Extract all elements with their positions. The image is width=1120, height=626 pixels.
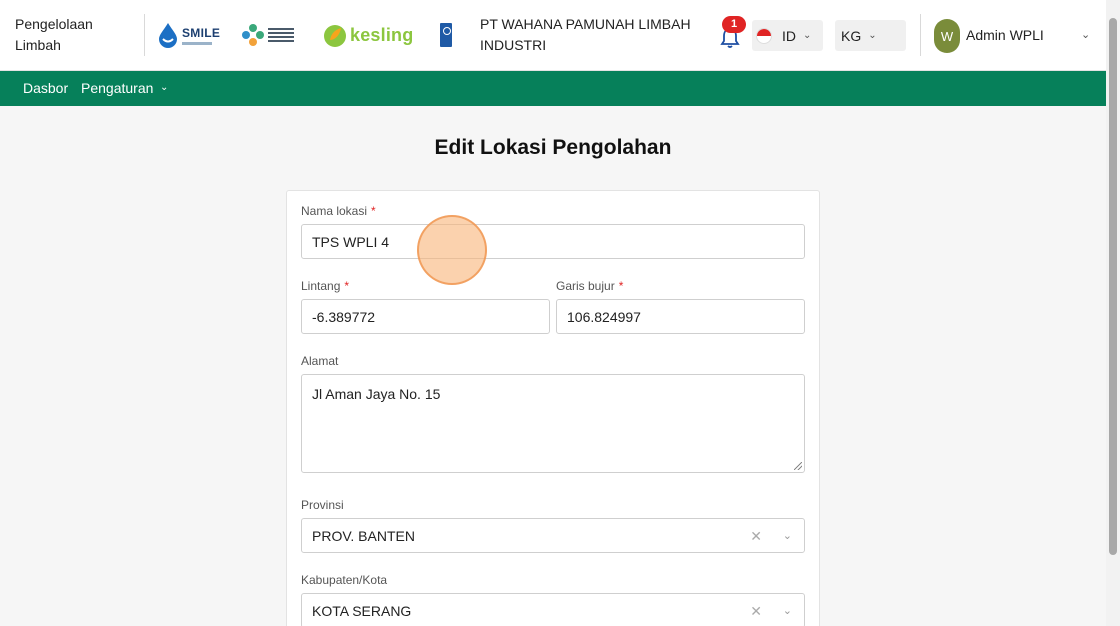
kabupaten-value: KOTA SERANG <box>312 602 412 619</box>
close-icon[interactable]: ✕ <box>750 603 762 620</box>
garis-bujur-value: 106.824997 <box>567 308 641 325</box>
nav-pengaturan[interactable]: Pengaturan <box>81 80 153 96</box>
garis-bujur-label-text: Garis bujur <box>556 279 615 293</box>
main-nav: Dasbor Pengaturan ⌄ <box>0 71 1106 106</box>
nama-lokasi-value: TPS WPLI 4 <box>312 233 390 250</box>
nama-lokasi-label: Nama lokasi * <box>301 204 376 218</box>
chevron-down-icon[interactable]: ⌄ <box>783 529 792 542</box>
language-selector[interactable]: ID ⌄ <box>752 20 823 51</box>
resize-handle[interactable] <box>794 462 802 470</box>
chevron-down-icon[interactable]: ⌄ <box>1081 28 1090 41</box>
app-title: Pengelolaan Limbah <box>15 16 93 53</box>
kemenkes-emblem-icon <box>242 24 264 46</box>
chevron-down-icon[interactable]: ⌄ <box>160 82 168 93</box>
chevron-down-icon: ⌄ <box>803 30 812 41</box>
company-name: PT WAHANA PAMUNAH LIMBAH INDUSTRI <box>480 16 691 53</box>
garis-bujur-label: Garis bujur * <box>556 279 623 293</box>
lintang-value: -6.389772 <box>312 308 376 325</box>
smile-drop-icon <box>159 23 177 48</box>
lintang-label: Lintang * <box>301 279 349 293</box>
required-marker: * <box>618 279 624 293</box>
kabupaten-label: Kabupaten/Kota <box>301 573 388 587</box>
lintang-input[interactable]: -6.389772 <box>301 299 550 334</box>
garis-bujur-input[interactable]: 106.824997 <box>556 299 805 334</box>
chevron-down-icon: ⌄ <box>868 30 877 41</box>
kesling-logo-text: kesling <box>350 24 414 45</box>
scrollbar-thumb[interactable] <box>1109 18 1117 555</box>
nama-lokasi-label-text: Nama lokasi <box>301 204 368 218</box>
smile-logo: SMILE <box>157 22 220 48</box>
username[interactable]: Admin WPLI <box>966 27 1044 43</box>
alamat-textarea[interactable]: Jl Aman Jaya No. 15 <box>301 374 805 473</box>
undp-logo <box>440 23 452 47</box>
kemenkes-logo <box>241 23 294 47</box>
alamat-label: Alamat <box>301 354 339 368</box>
unit-selector[interactable]: KG ⌄ <box>835 20 906 51</box>
kesling-logo: kesling <box>323 22 413 48</box>
lintang-label-text: Lintang <box>301 279 341 293</box>
page-scrollbar[interactable] <box>1106 0 1120 626</box>
smile-logo-text: SMILE <box>182 25 221 40</box>
header-divider <box>920 14 921 56</box>
notification-badge: 1 <box>722 16 746 33</box>
alamat-value: Jl Aman Jaya No. 15 <box>312 386 441 402</box>
provinsi-value: PROV. BANTEN <box>312 527 415 544</box>
avatar[interactable]: W <box>934 19 960 53</box>
close-icon[interactable]: ✕ <box>750 528 762 545</box>
kabupaten-select[interactable]: KOTA SERANG ✕ ⌄ <box>301 593 805 626</box>
provinsi-label: Provinsi <box>301 498 344 512</box>
indonesia-flag-icon <box>756 27 772 44</box>
header-divider <box>144 14 145 56</box>
top-bar: Pengelolaan Limbah SMILE kesling PT WAHA… <box>0 0 1106 71</box>
unit-label: KG <box>841 27 862 44</box>
required-marker: * <box>344 279 350 293</box>
page-title: Edit Lokasi Pengolahan <box>434 136 672 159</box>
required-marker: * <box>371 204 376 218</box>
nav-dasbor[interactable]: Dasbor <box>23 80 68 96</box>
chevron-down-icon[interactable]: ⌄ <box>783 604 792 617</box>
nama-lokasi-input[interactable]: TPS WPLI 4 <box>301 224 805 259</box>
kesling-leaf-icon <box>324 25 346 47</box>
language-label: ID <box>782 27 796 44</box>
provinsi-select[interactable]: PROV. BANTEN ✕ ⌄ <box>301 518 805 553</box>
edit-location-form: Nama lokasi * TPS WPLI 4 Lintang * -6.3897… <box>286 190 820 626</box>
